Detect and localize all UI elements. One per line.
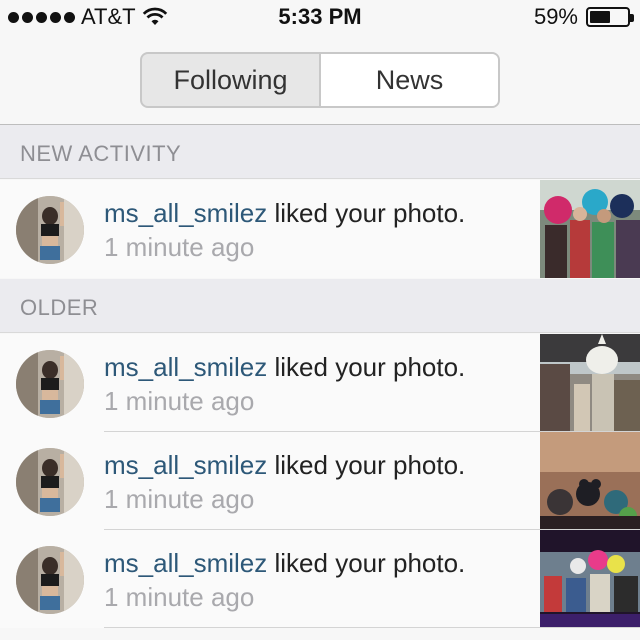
activity-time: 1 minute ago xyxy=(104,386,255,416)
username-link[interactable]: ms_all_smilez xyxy=(104,548,267,578)
activity-time: 1 minute ago xyxy=(104,232,255,262)
activity-text: ms_all_smilez liked your photo. xyxy=(104,450,465,481)
activity-row[interactable]: ms_all_smilez liked your photo. 1 minute… xyxy=(0,432,640,530)
section-header-older: OLDER xyxy=(0,279,640,333)
party-crowd-icon xyxy=(540,180,640,278)
festival-crowd-icon xyxy=(540,530,640,628)
username-link[interactable]: ms_all_smilez xyxy=(104,198,267,228)
activity-time: 1 minute ago xyxy=(104,582,255,612)
section-title: NEW ACTIVITY xyxy=(20,141,182,166)
activity-action: liked your photo. xyxy=(274,198,466,228)
avatar[interactable] xyxy=(16,448,84,516)
photo-thumbnail[interactable] xyxy=(540,530,640,628)
activity-action: liked your photo. xyxy=(274,450,466,480)
avatar[interactable] xyxy=(16,196,84,264)
activity-time: 1 minute ago xyxy=(104,484,255,514)
battery-icon xyxy=(586,7,634,27)
activity-action: liked your photo. xyxy=(274,548,466,578)
photo-thumbnail[interactable] xyxy=(540,432,640,530)
username-link[interactable]: ms_all_smilez xyxy=(104,352,267,382)
activity-action: liked your photo. xyxy=(274,352,466,382)
row-divider xyxy=(104,627,640,628)
feed-segmented-control: Following News xyxy=(140,52,500,108)
activity-row[interactable]: ms_all_smilez liked your photo. 1 minute… xyxy=(0,530,640,628)
tab-news[interactable]: News xyxy=(319,54,498,106)
indoor-masks-icon xyxy=(540,432,640,530)
tab-following[interactable]: Following xyxy=(142,54,319,106)
section-title: OLDER xyxy=(20,295,99,320)
section-header-new-activity: NEW ACTIVITY xyxy=(0,125,640,179)
activity-row[interactable]: ms_all_smilez liked your photo. 1 minute… xyxy=(0,334,640,432)
avatar[interactable] xyxy=(16,546,84,614)
unicorn-mask-icon xyxy=(540,334,640,432)
battery-percent: 59% xyxy=(533,4,578,29)
photo-thumbnail[interactable] xyxy=(540,180,640,278)
activity-text: ms_all_smilez liked your photo. xyxy=(104,198,465,229)
photo-thumbnail[interactable] xyxy=(540,334,640,432)
activity-text: ms_all_smilez liked your photo. xyxy=(104,352,465,383)
username-link[interactable]: ms_all_smilez xyxy=(104,450,267,480)
activity-text: ms_all_smilez liked your photo. xyxy=(104,548,465,579)
status-bar: AT&T 5:33 PM 59% xyxy=(0,0,640,36)
activity-row[interactable]: ms_all_smilez liked your photo. 1 minute… xyxy=(0,180,640,278)
avatar[interactable] xyxy=(16,350,84,418)
